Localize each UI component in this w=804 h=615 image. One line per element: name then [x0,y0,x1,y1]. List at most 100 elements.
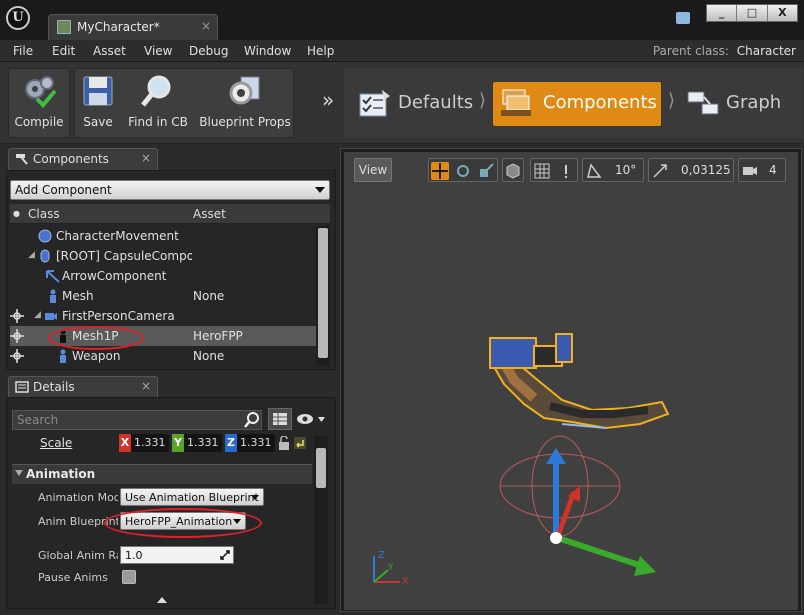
blueprint-props-button[interactable]: Blueprint Props [197,69,293,131]
angle-snap-group[interactable]: 10° [582,158,644,182]
search-input[interactable] [17,413,237,427]
details-search[interactable] [12,410,262,430]
scale-x-field[interactable]: X 1.331 [119,434,169,452]
components-tab-label: Components [33,152,109,166]
scale-snap-group[interactable]: 0,03125 [648,158,734,182]
title-bar: U MyCharacter* × _ □ X [0,0,804,40]
translate-tool-icon[interactable] [431,162,449,180]
details-more-bar[interactable] [12,594,312,606]
tree-row-capsule-root[interactable]: ◢ [ROOT] CapsuleComponent [10,246,316,266]
drag-handle-icon [220,550,230,560]
save-label: Save [83,115,113,129]
modes-chevron-icon: » [322,88,335,112]
scrollbar-thumb[interactable] [318,228,328,358]
viewport[interactable]: Z X Y [344,152,798,610]
scale-y-field[interactable]: Y 1.331 [172,434,222,452]
column-class[interactable]: Class [28,207,60,221]
bullet-icon: ● [13,209,20,218]
compile-label: Compile [14,115,64,129]
save-button[interactable]: Save [77,69,119,131]
info-icon[interactable] [557,162,575,180]
mode-components[interactable]: Components [493,82,661,126]
tree-row-firstpersoncamera[interactable]: ◢ FirstPersonCamera [10,306,316,326]
details-list-icon [15,381,29,393]
menu-help[interactable]: Help [307,44,334,58]
file-tools-group: Save Find in CB Blueprint Props [74,68,294,138]
menu-window[interactable]: Window [244,44,291,58]
viewport-view-button[interactable]: View [354,158,392,182]
parent-class-indicator: Parent class: Character [653,44,796,58]
close-window-button[interactable]: X [767,5,797,21]
unreal-logo-icon[interactable]: U [6,6,30,30]
scale-label[interactable]: Scale [40,436,72,450]
rotate-tool-icon[interactable] [454,162,472,180]
animation-section-title: Animation [26,467,96,481]
scale-tool-icon[interactable] [477,162,495,180]
document-tab[interactable]: MyCharacter* × [48,14,218,40]
chevron-up-icon [157,597,167,603]
scale-snap-value: 0,03125 [681,163,731,177]
details-tab-label: Details [33,380,75,394]
menu-asset[interactable]: Asset [93,44,126,58]
mode-graph[interactable]: Graph [680,82,798,126]
blueprint-props-gear-icon [229,76,260,105]
annotation-circle-anim-blueprint [104,508,262,538]
scale-z-field[interactable]: Z 1.331 [225,434,275,452]
tree-row-weapon[interactable]: Weapon None [10,346,316,366]
parent-class-label: Parent class: [652,44,729,58]
scrollbar-thumb[interactable] [316,448,326,488]
column-asset[interactable]: Asset [193,207,226,221]
tree-row-charactermovement[interactable]: CharacterMovement [10,226,316,246]
feedback-icon[interactable] [676,12,690,24]
menu-debug[interactable]: Debug [189,44,228,58]
search-icon[interactable] [244,412,260,428]
global-anim-rate-field[interactable]: 1.0 [120,546,234,564]
mode-defaults[interactable]: Defaults [352,82,480,126]
tree-row-mesh[interactable]: Mesh None [10,286,316,306]
property-matrix-button[interactable] [268,408,292,430]
hammer-icon [16,154,28,165]
reset-arrow-icon[interactable] [294,437,306,449]
camera-speed-group[interactable]: 4 [738,158,786,182]
menu-file[interactable]: File [13,44,33,58]
lock-icon[interactable] [278,436,290,450]
tree-row-arrowcomponent[interactable]: ArrowComponent [10,266,316,286]
minimize-button[interactable]: _ [707,5,738,21]
surface-snap-group [530,158,578,182]
pause-anims-label: Pause Anims [38,571,108,584]
tree-row-label: ArrowComponent [62,269,167,283]
expand-triangle-icon[interactable]: ◢ [34,310,41,320]
details-scrollbar[interactable] [314,436,328,604]
mode-separator-icon: ⟩ [668,90,676,111]
components-tab[interactable]: Components × [8,148,158,170]
scale-row: Scale X 1.331 Y 1.331 Z 1.331 [12,433,312,453]
movement-sphere-icon [38,229,52,243]
scale-x-value: 1.331 [134,436,166,449]
pause-anims-checkbox[interactable] [122,570,136,584]
svg-text:Y: Y [387,563,394,573]
menu-view[interactable]: View [144,44,172,58]
compile-button[interactable]: Compile [9,69,69,131]
menu-edit[interactable]: Edit [52,44,75,58]
viewport-scene: Z X Y [373,333,670,587]
animation-section-header[interactable]: Animation [12,464,312,484]
component-tree-header: ● Class Asset [10,204,330,224]
magnifier-icon [141,75,171,107]
checklist-icon [359,90,390,117]
svg-text:Z: Z [378,550,385,561]
maximize-button[interactable]: □ [737,5,768,21]
close-icon[interactable]: × [201,19,211,33]
find-in-cb-button[interactable]: Find in CB [125,69,191,131]
eye-visibility-icon[interactable] [296,413,326,425]
chevron-down-icon [251,495,259,500]
add-component-dropdown[interactable]: Add Component [10,180,330,200]
details-tab[interactable]: Details × [8,376,158,398]
world-local-toggle[interactable] [502,158,524,182]
grid-snap-icon[interactable] [533,162,551,180]
animation-mode-dropdown[interactable]: Use Animation Blueprint [120,488,264,506]
close-icon[interactable]: × [141,151,151,165]
close-icon[interactable]: × [141,379,151,393]
components-scrollbar[interactable] [316,226,330,366]
expand-triangle-icon[interactable]: ◢ [28,250,35,260]
collapse-triangle-icon [15,470,23,476]
